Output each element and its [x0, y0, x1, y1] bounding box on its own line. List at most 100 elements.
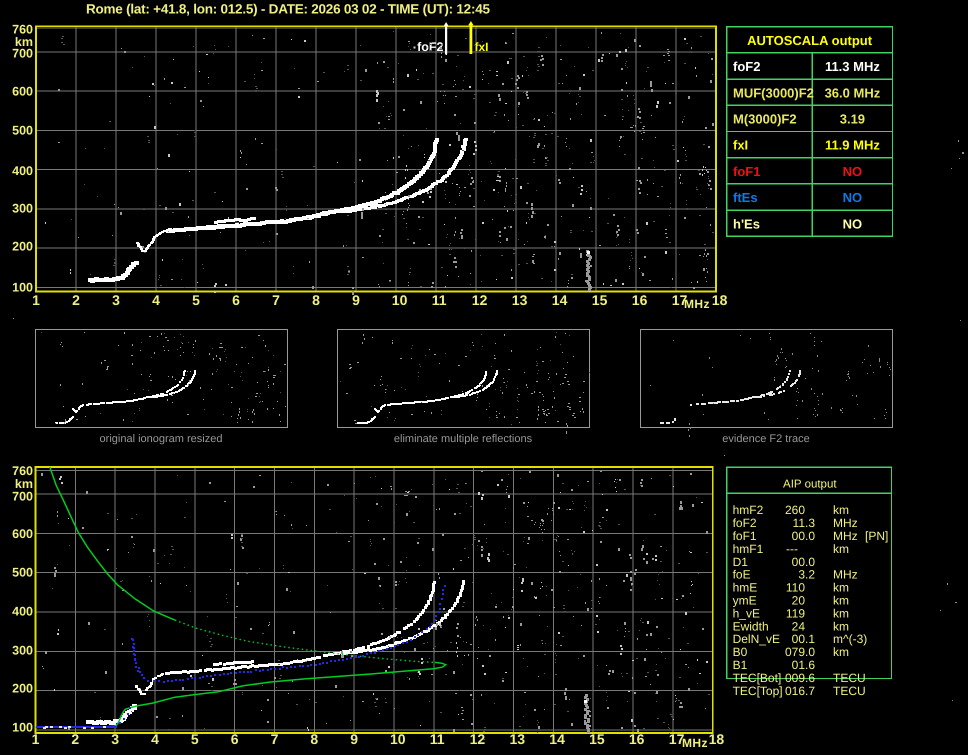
- svg-text:.0: .0: [805, 555, 815, 569]
- svg-text:km: km: [833, 594, 849, 608]
- svg-text:MHz: MHz: [833, 529, 858, 543]
- svg-text:00: 00: [792, 632, 806, 646]
- svg-text:4: 4: [151, 731, 159, 747]
- svg-text:.6: .6: [805, 671, 815, 685]
- svg-text:B1: B1: [733, 658, 748, 672]
- svg-text:3.19: 3.19: [840, 112, 865, 127]
- svg-text:eliminate multiple reflections: eliminate multiple reflections: [394, 433, 533, 445]
- svg-text:100: 100: [12, 280, 33, 294]
- svg-text:km: km: [833, 581, 849, 595]
- svg-text:15: 15: [589, 731, 605, 747]
- svg-text:500: 500: [12, 124, 33, 138]
- svg-text:260: 260: [785, 503, 805, 517]
- svg-text:11: 11: [432, 292, 447, 308]
- svg-text:2: 2: [72, 292, 80, 308]
- svg-text:.1: .1: [805, 632, 815, 646]
- svg-text:M(3000)F2: M(3000)F2: [733, 112, 797, 127]
- svg-text:TECU: TECU: [833, 671, 866, 685]
- svg-text:24: 24: [792, 619, 806, 633]
- svg-text:18: 18: [709, 731, 725, 747]
- svg-text:.2: .2: [805, 568, 815, 582]
- svg-text:AUTOSCALA output: AUTOSCALA output: [747, 33, 873, 48]
- svg-text:11: 11: [793, 516, 806, 530]
- svg-text:00: 00: [792, 529, 806, 543]
- svg-text:7: 7: [271, 731, 279, 747]
- svg-text:110: 110: [786, 581, 805, 595]
- svg-text:foF1: foF1: [733, 164, 760, 179]
- svg-text:.3: .3: [805, 516, 815, 530]
- svg-text:foE: foE: [733, 568, 751, 582]
- svg-text:AIP output: AIP output: [783, 478, 837, 490]
- svg-text:DelN_vE: DelN_vE: [733, 632, 780, 646]
- svg-text:700: 700: [12, 47, 33, 61]
- svg-text:400: 400: [12, 164, 33, 178]
- svg-text:13: 13: [512, 292, 528, 308]
- svg-text:500: 500: [12, 565, 33, 579]
- svg-text:MHz: MHz: [833, 516, 858, 530]
- svg-text:m^(-3): m^(-3): [833, 632, 867, 646]
- svg-text:hmF2: hmF2: [733, 503, 764, 517]
- svg-text:01: 01: [792, 658, 806, 672]
- svg-text:12: 12: [472, 292, 488, 308]
- svg-text:760: 760: [12, 464, 33, 478]
- svg-text:7: 7: [272, 292, 280, 308]
- svg-text:119: 119: [786, 606, 805, 620]
- svg-text:hmE: hmE: [733, 581, 758, 595]
- svg-text:MHz: MHz: [684, 297, 710, 311]
- svg-text:11: 11: [430, 731, 445, 747]
- svg-text:Ewidth: Ewidth: [733, 619, 769, 633]
- svg-text:009: 009: [785, 671, 805, 685]
- svg-text:h_vE: h_vE: [733, 606, 760, 620]
- svg-text:NO: NO: [843, 190, 863, 205]
- svg-text:016: 016: [785, 684, 805, 698]
- svg-text:5: 5: [192, 292, 200, 308]
- svg-text:13: 13: [510, 731, 526, 747]
- svg-text:8: 8: [310, 731, 318, 747]
- svg-text:MUF(3000)F2: MUF(3000)F2: [733, 85, 814, 100]
- svg-text:.0: .0: [805, 645, 815, 659]
- svg-text:14: 14: [549, 731, 565, 747]
- svg-text:300: 300: [12, 202, 33, 216]
- svg-text:MHz: MHz: [833, 568, 858, 582]
- svg-text:km: km: [833, 606, 849, 620]
- svg-text:16: 16: [629, 731, 645, 747]
- svg-text:h'Es: h'Es: [733, 216, 760, 231]
- svg-text:.6: .6: [805, 658, 815, 672]
- svg-text:TEC[Top]: TEC[Top]: [733, 684, 783, 698]
- svg-text:TECU: TECU: [833, 684, 866, 698]
- svg-text:4: 4: [152, 292, 160, 308]
- svg-text:079: 079: [785, 645, 805, 659]
- svg-text:km: km: [833, 503, 849, 517]
- svg-text:400: 400: [12, 604, 33, 618]
- svg-text:2: 2: [71, 731, 79, 747]
- svg-text:---: ---: [786, 542, 798, 556]
- svg-text:km: km: [833, 542, 849, 556]
- svg-text:9: 9: [350, 731, 358, 747]
- svg-text:NO: NO: [843, 216, 863, 231]
- svg-text:6: 6: [231, 731, 239, 747]
- svg-text:600: 600: [12, 85, 33, 99]
- svg-text:original ionogram resized: original ionogram resized: [100, 433, 223, 445]
- svg-text:11.9 MHz: 11.9 MHz: [825, 138, 880, 153]
- svg-text:ymE: ymE: [733, 594, 757, 608]
- svg-text:200: 200: [12, 682, 33, 696]
- svg-text:200: 200: [12, 239, 33, 253]
- svg-text:hmF1: hmF1: [733, 542, 764, 556]
- svg-text:00: 00: [792, 555, 806, 569]
- svg-text:evidence F2 trace: evidence F2 trace: [722, 433, 809, 445]
- svg-text:foF1: foF1: [733, 529, 757, 543]
- svg-text:10: 10: [390, 731, 406, 747]
- svg-text:ftEs: ftEs: [733, 190, 758, 205]
- svg-text:100: 100: [12, 721, 33, 735]
- svg-text:foF2: foF2: [733, 59, 760, 74]
- svg-text:fxI: fxI: [475, 40, 489, 54]
- svg-text:3: 3: [112, 292, 120, 308]
- svg-text:10: 10: [392, 292, 408, 308]
- svg-text:km: km: [833, 645, 849, 659]
- svg-text:.0: .0: [805, 529, 815, 543]
- svg-text:6: 6: [232, 292, 240, 308]
- svg-text:300: 300: [12, 643, 33, 657]
- svg-text:MHz: MHz: [682, 736, 708, 750]
- svg-text:D1: D1: [733, 555, 749, 569]
- svg-text:11.3 MHz: 11.3 MHz: [825, 59, 880, 74]
